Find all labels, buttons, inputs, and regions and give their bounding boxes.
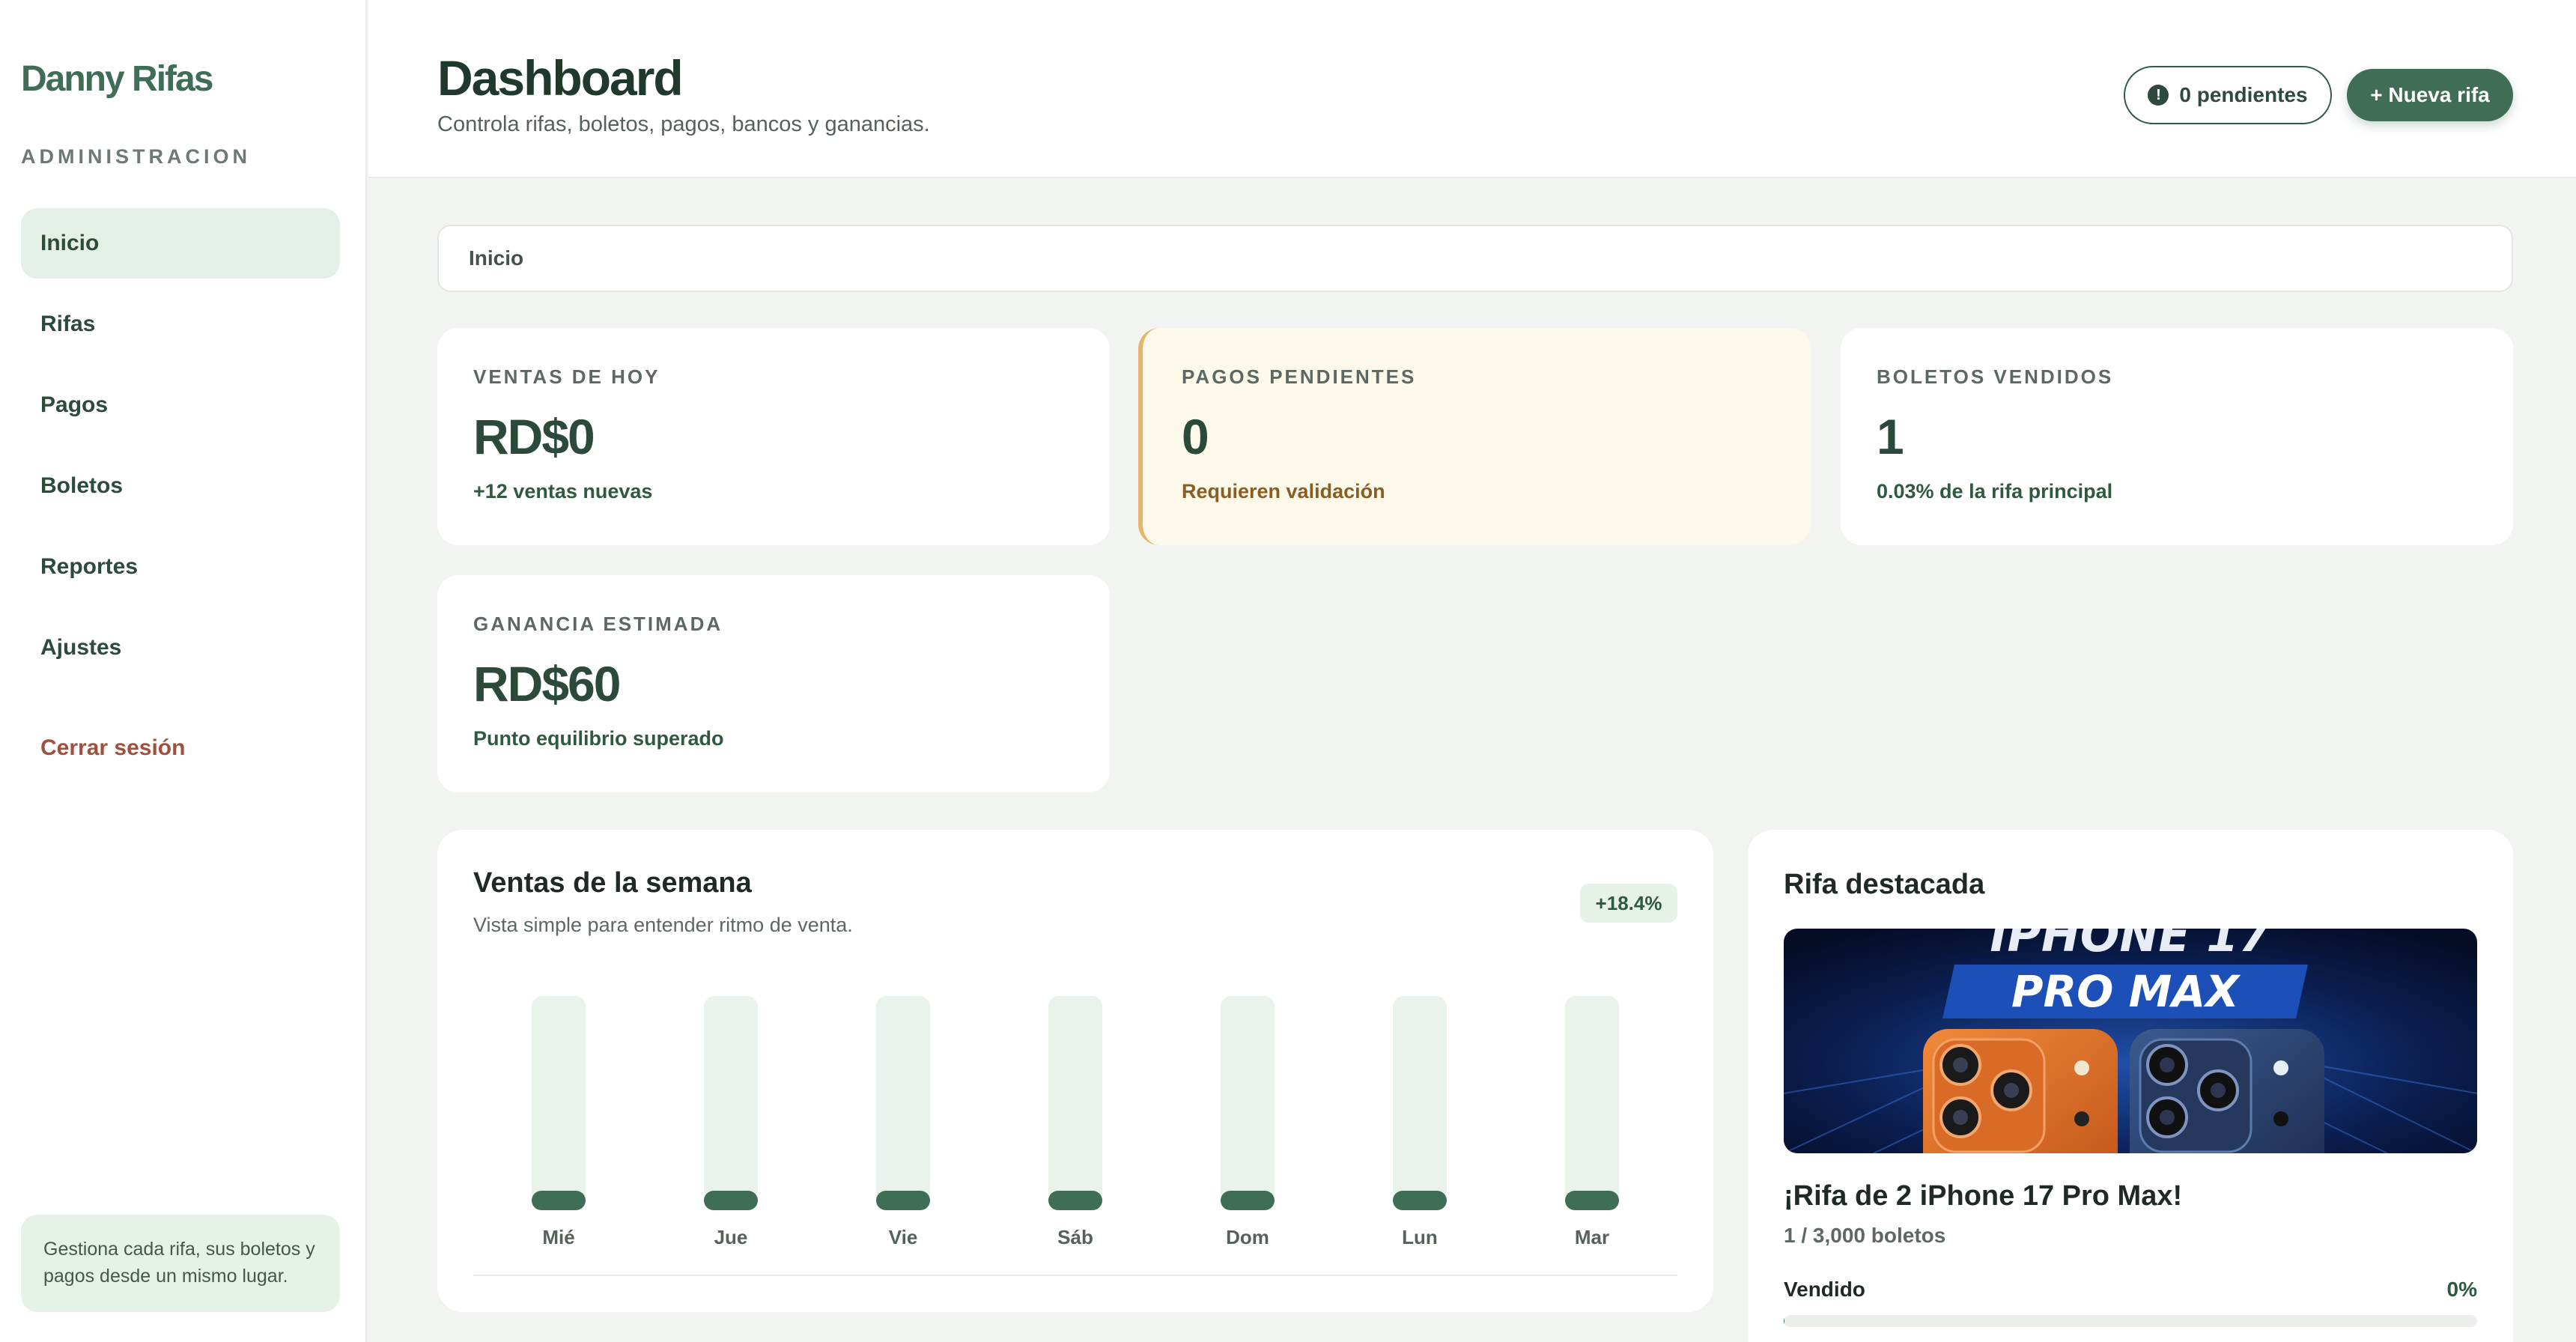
weekly-sales-title: Ventas de la semana: [473, 867, 752, 899]
sold-percentage: 0%: [2446, 1278, 2477, 1301]
featured-raffle-ticket-count: 1 / 3,000 boletos: [1784, 1224, 1946, 1247]
stat-note: +12 ventas nuevas: [473, 480, 653, 503]
sidebar: Danny Rifas ADMINISTRACION Inicio Rifas …: [0, 0, 367, 1342]
chart-bar-track: [876, 996, 930, 1210]
chart-x-tick-label: Dom: [1226, 1226, 1269, 1248]
chart-x-tick-label: Lun: [1402, 1226, 1438, 1248]
chart-divider: [473, 1275, 1677, 1276]
chart-bar-track: [1048, 996, 1102, 1210]
chart-bar: [532, 1191, 586, 1210]
sidebar-info-note: Gestiona cada rifa, sus boletos y pagos …: [21, 1215, 340, 1312]
alert-circle-icon: !: [2148, 85, 2169, 106]
chart-bar: [1393, 1191, 1447, 1210]
sidebar-nav: Inicio Rifas Pagos Boletos Reportes Ajus…: [21, 208, 340, 693]
sidebar-item-reportes[interactable]: Reportes: [21, 532, 340, 602]
chart-bar-track: [1393, 996, 1447, 1210]
stat-note: 0.03% de la rifa principal: [1877, 480, 2113, 503]
chart-x-tick-label: Mié: [542, 1226, 574, 1248]
sidebar-section-label: ADMINISTRACION: [21, 145, 251, 168]
sidebar-item-pagos[interactable]: Pagos: [21, 370, 340, 440]
chart-x-tick-label: Jue: [714, 1226, 748, 1248]
growth-badge: +18.4%: [1580, 884, 1677, 923]
stat-label: VENTAS DE HOY: [473, 365, 660, 388]
pending-button[interactable]: ! 0 pendientes: [2124, 66, 2332, 124]
featured-image-text: PRO MAX: [2011, 966, 2241, 1017]
stat-value: 0: [1182, 409, 1209, 464]
sidebar-item-ajustes[interactable]: Ajustes: [21, 613, 340, 683]
sidebar-item-boletos[interactable]: Boletos: [21, 451, 340, 521]
chart-bar: [704, 1191, 758, 1210]
sidebar-item-inicio[interactable]: Inicio: [21, 208, 340, 279]
stat-note: Requieren validación: [1182, 480, 1385, 503]
stat-value: RD$60: [473, 656, 621, 711]
new-raffle-button[interactable]: + Nueva rifa: [2347, 69, 2513, 121]
stat-card-sales-today: VENTAS DE HOY RD$0 +12 ventas nuevas: [437, 328, 1110, 545]
pending-button-label: 0 pendientes: [2179, 83, 2308, 106]
page-subtitle: Controla rifas, boletos, pagos, bancos y…: [437, 112, 930, 136]
stat-label: BOLETOS VENDIDOS: [1877, 365, 2114, 388]
chart-x-tick-label: Vie: [889, 1226, 918, 1248]
stat-label: GANANCIA ESTIMADA: [473, 613, 723, 635]
chart-bar: [876, 1191, 930, 1210]
stat-card-pending-payments: PAGOS PENDIENTES 0 Requieren validación: [1138, 328, 1811, 545]
logout-link[interactable]: Cerrar sesión: [40, 735, 185, 761]
stat-value: RD$0: [473, 409, 595, 464]
sold-progress-bar: [1784, 1315, 2477, 1327]
chart-bar: [1221, 1191, 1275, 1210]
stat-card-estimated-profit: GANANCIA ESTIMADA RD$60 Punto equilibrio…: [437, 575, 1110, 792]
weekly-sales-card: Mié Jue Vie Sáb Dom Lun Mar Ventas de la seman…: [437, 830, 1713, 1312]
featured-raffle-name[interactable]: ¡Rifa de 2 iPhone 17 Pro Max!: [1784, 1180, 2182, 1212]
chart-x-tick-label: Sáb: [1057, 1226, 1093, 1248]
featured-raffle-title: Rifa destacada: [1784, 869, 1985, 900]
chart-bar-track: [532, 996, 586, 1210]
sidebar-item-rifas[interactable]: Rifas: [21, 289, 340, 359]
chart-bar-track: [1565, 996, 1619, 1210]
stat-note: Punto equilibrio superado: [473, 727, 724, 750]
chart-bar-track: [1221, 996, 1275, 1210]
stat-card-tickets-sold: BOLETOS VENDIDOS 1 0.03% de la rifa prin…: [1841, 328, 2513, 545]
top-header: Dashboard Controla rifas, boletos, pagos…: [368, 0, 2576, 178]
chart-x-tick-label: Mar: [1575, 1226, 1609, 1248]
chart-bar: [1048, 1191, 1102, 1210]
featured-image-top-text: IPHONE 17: [1990, 929, 2271, 962]
brand-logo[interactable]: Danny Rifas: [21, 58, 213, 100]
chart-bar-track: [704, 996, 758, 1210]
weekly-sales-subtitle: Vista simple para entender ritmo de vent…: [473, 914, 853, 936]
stat-label: PAGOS PENDIENTES: [1182, 365, 1417, 388]
sold-label: Vendido: [1784, 1278, 1865, 1301]
page-title: Dashboard: [437, 50, 684, 106]
chart-bar: [1565, 1191, 1619, 1210]
breadcrumb[interactable]: Inicio: [437, 225, 2513, 292]
weekly-sales-chart: Mié Jue Vie Sáb Dom Lun Mar: [532, 996, 1619, 1248]
stat-value: 1: [1877, 409, 1904, 464]
featured-raffle-card[interactable]: Rifa destacada IPHONE 17 PRO MAX ¡Rifa d…: [1748, 830, 2513, 1342]
featured-raffle-image[interactable]: IPHONE 17 PRO MAX: [1784, 929, 2477, 1153]
